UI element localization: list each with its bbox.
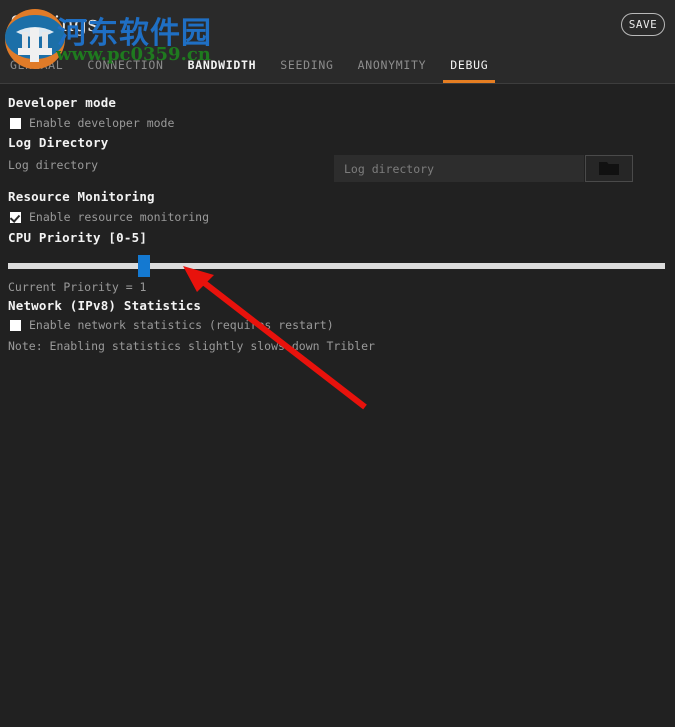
- tab-debug[interactable]: DEBUG: [443, 58, 496, 83]
- enable-developer-mode-label: Enable developer mode: [29, 116, 175, 130]
- save-button-label: SAVE: [628, 18, 658, 31]
- page-title: Settings: [10, 12, 99, 36]
- debug-settings-panel: Developer mode Enable developer mode Log…: [0, 85, 675, 727]
- cpu-priority-slider-track[interactable]: [8, 263, 665, 269]
- network-statistics-heading: Network (IPv8) Statistics: [8, 298, 202, 313]
- current-priority-label: Current Priority = 1: [8, 280, 147, 294]
- developer-mode-heading: Developer mode: [8, 95, 117, 110]
- tab-seeding[interactable]: SEEDING: [280, 58, 333, 83]
- cpu-priority-heading: CPU Priority [0-5]: [8, 230, 148, 245]
- tab-bandwidth[interactable]: BANDWIDTH: [188, 58, 257, 83]
- tab-connection-label: CONNECTION: [87, 58, 164, 72]
- cpu-priority-slider-handle[interactable]: [138, 255, 150, 277]
- enable-developer-mode-checkbox-row[interactable]: Enable developer mode: [10, 116, 174, 130]
- enable-network-statistics-checkbox[interactable]: [10, 319, 21, 331]
- enable-resource-monitoring-checkbox[interactable]: [10, 211, 21, 223]
- resource-monitoring-heading: Resource Monitoring: [8, 189, 155, 204]
- enable-developer-mode-checkbox[interactable]: [10, 117, 21, 129]
- tab-debug-label: DEBUG: [450, 58, 489, 72]
- tab-anonymity[interactable]: ANONYMITY: [358, 58, 427, 83]
- enable-resource-monitoring-label: Enable resource monitoring: [29, 210, 210, 224]
- tab-connection[interactable]: CONNECTION: [87, 58, 163, 83]
- save-button[interactable]: SAVE: [621, 13, 665, 36]
- enable-resource-monitoring-checkbox-row[interactable]: Enable resource monitoring: [10, 210, 209, 224]
- enable-network-statistics-label: Enable network statistics (requires rest…: [29, 318, 334, 332]
- tab-general[interactable]: GENERAL: [10, 58, 63, 83]
- tab-bandwidth-label: BANDWIDTH: [187, 58, 257, 72]
- tab-seeding-label: SEEDING: [280, 58, 334, 72]
- enable-network-statistics-checkbox-row[interactable]: Enable network statistics (requires rest…: [10, 318, 334, 332]
- log-directory-field-label: Log directory: [8, 158, 99, 172]
- cpu-priority-slider[interactable]: [8, 255, 665, 277]
- browse-log-directory-button[interactable]: [585, 155, 633, 182]
- settings-header: Settings SAVE GENERAL CONNECTION BANDWID…: [0, 0, 675, 84]
- folder-icon: [599, 162, 619, 175]
- tab-anonymity-label: ANONYMITY: [357, 58, 427, 72]
- log-directory-input[interactable]: [334, 155, 584, 182]
- log-directory-heading: Log Directory: [8, 135, 109, 150]
- network-statistics-note: Note: Enabling statistics slightly slows…: [8, 339, 375, 353]
- tab-general-label: GENERAL: [10, 58, 64, 72]
- settings-tabbar: GENERAL CONNECTION BANDWIDTH SEEDING ANO…: [10, 58, 512, 84]
